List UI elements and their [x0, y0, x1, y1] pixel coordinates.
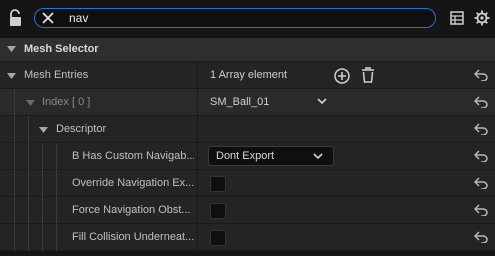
reset-to-default-icon[interactable] [474, 177, 488, 189]
trash-icon[interactable] [361, 67, 375, 83]
indent-rail [42, 170, 43, 197]
property-label: Fill Collision Underneat... [72, 231, 194, 243]
reset-to-default-icon[interactable] [474, 231, 488, 243]
add-circle-icon[interactable] [334, 68, 350, 84]
indent-rail [14, 170, 15, 197]
expand-arrow-icon[interactable] [7, 46, 16, 53]
property-row-force-navigation: Force Navigation Obst... [0, 197, 495, 224]
table-view-icon[interactable] [450, 11, 464, 25]
property-label: Mesh Entries [24, 69, 89, 81]
column-divider [197, 170, 198, 197]
indent-rail [28, 224, 29, 251]
property-row-fill-collision: Fill Collision Underneat... [0, 224, 495, 251]
section-header-mesh-selector[interactable]: Mesh Selector [0, 38, 495, 62]
property-row-override-navigation: Override Navigation Ex... [0, 170, 495, 197]
indent-rail [42, 143, 43, 170]
indent-rail [14, 224, 15, 251]
dropdown-value: Dont Export [216, 150, 275, 162]
indent-rail [56, 170, 57, 197]
column-divider [197, 89, 198, 116]
column-divider [197, 116, 198, 143]
property-label: Override Navigation Ex... [72, 177, 194, 189]
export-mode-dropdown[interactable]: Dont Export [208, 146, 334, 166]
force-navigation-checkbox[interactable] [210, 203, 226, 219]
expand-arrow-icon[interactable] [7, 73, 16, 80]
property-row-has-custom-navigation: B Has Custom Navigab... Dont Export [0, 143, 495, 170]
gear-icon[interactable] [474, 10, 490, 26]
indent-rail [14, 89, 15, 116]
search-field[interactable]: nav [34, 8, 436, 28]
chevron-down-icon[interactable] [317, 98, 327, 105]
section-title: Mesh Selector [24, 43, 99, 55]
override-navigation-checkbox[interactable] [210, 176, 226, 192]
column-divider [197, 143, 198, 170]
reset-to-default-icon[interactable] [474, 96, 488, 108]
expand-arrow-icon[interactable] [39, 127, 48, 134]
indent-rail [42, 224, 43, 251]
indent-rail [28, 116, 29, 143]
column-divider [197, 224, 198, 251]
indent-rail [56, 197, 57, 224]
property-row-mesh-entries: Mesh Entries 1 Array element [0, 62, 495, 89]
property-label: Descriptor [56, 123, 107, 135]
indent-rail [14, 197, 15, 224]
chevron-down-icon [313, 153, 323, 160]
reset-to-default-icon[interactable] [474, 123, 488, 135]
unlock-icon[interactable] [8, 8, 24, 28]
details-toolbar: nav [0, 0, 495, 38]
column-divider [197, 197, 198, 224]
reset-to-default-icon[interactable] [474, 204, 488, 216]
array-count: 1 Array element [210, 69, 288, 81]
property-label: Force Navigation Obst... [72, 204, 191, 216]
search-input[interactable]: nav [69, 11, 88, 25]
property-label: Index [ 0 ] [42, 96, 91, 108]
property-row-descriptor: Descriptor [0, 116, 495, 143]
indent-rail [14, 143, 15, 170]
close-icon[interactable] [41, 11, 55, 25]
indent-rail [28, 143, 29, 170]
reset-to-default-icon[interactable] [474, 69, 488, 81]
indent-rail [56, 143, 57, 170]
indent-rail [14, 116, 15, 143]
indent-rail [42, 197, 43, 224]
fill-collision-checkbox[interactable] [210, 230, 226, 246]
indent-rail [56, 224, 57, 251]
indent-rail [28, 197, 29, 224]
reset-to-default-icon[interactable] [474, 150, 488, 162]
mesh-value: SM_Ball_01 [210, 96, 270, 108]
expand-arrow-icon[interactable] [26, 100, 35, 107]
property-label: B Has Custom Navigab... [72, 150, 194, 162]
indent-rail [28, 170, 29, 197]
property-row-index-0: Index [ 0 ] SM_Ball_01 [0, 89, 495, 116]
column-divider [197, 62, 198, 89]
